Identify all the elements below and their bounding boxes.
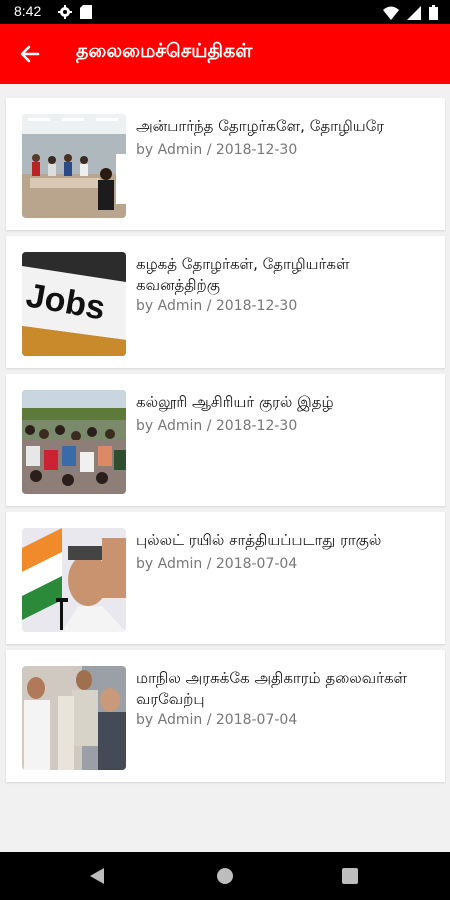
article-meta: by Admin / 2018-12-30 <box>136 418 298 434</box>
article-card[interactable]: புல்லட் ரயில் சாத்தியப்படாது ராகுல் by A… <box>6 512 445 644</box>
nav-back-icon[interactable] <box>88 867 106 885</box>
meeting-room-photo <box>22 114 126 218</box>
article-date: 2018-12-30 <box>215 418 298 434</box>
battery-icon <box>429 5 438 20</box>
article-title[interactable]: மாநில அரசுக்கே அதிகாரம் தலைவர்கள் வரவேற்… <box>136 668 426 710</box>
article-card[interactable]: அன்பார்ந்த தோழர்களே, தோழியரே by Admin / … <box>6 98 445 230</box>
article-card[interactable]: Jobs கழகத் தோழர்கள், தோழியர்கள் கவனத்திற… <box>6 236 445 368</box>
back-button[interactable] <box>16 40 44 68</box>
article-date: 2018-12-30 <box>215 298 298 314</box>
status-bar: 8:42 <box>0 0 450 24</box>
signal-icon <box>407 5 421 20</box>
nav-home-icon[interactable] <box>216 867 234 885</box>
wifi-icon <box>383 6 399 20</box>
page-title: தலைமைச்செய்திகள் <box>76 40 253 62</box>
status-time: 8:42 <box>14 3 42 19</box>
article-author: by Admin <box>136 298 203 314</box>
article-title[interactable]: கல்லூரி ஆசிரியர் குரல் இதழ் <box>136 392 426 413</box>
article-date: 2018-07-04 <box>215 712 298 728</box>
article-title[interactable]: அன்பார்ந்த தோழர்களே, தோழியரே <box>136 116 426 137</box>
navigation-bar <box>0 852 450 900</box>
article-title[interactable]: புல்லட் ரயில் சாத்தியப்படாது ராகுல் <box>136 530 426 551</box>
article-author: by Admin <box>136 418 203 434</box>
article-meta: by Admin / 2018-12-30 <box>136 142 298 158</box>
article-date: 2018-07-04 <box>215 556 298 572</box>
article-thumbnail <box>22 390 126 494</box>
back-arrow-icon <box>20 45 40 63</box>
article-card[interactable]: கல்லூரி ஆசிரியர் குரல் இதழ் by Admin / 2… <box>6 374 445 506</box>
article-author: by Admin <box>136 142 203 158</box>
jobs-sign-photo: Jobs <box>22 252 126 356</box>
article-thumbnail: Jobs <box>22 252 126 356</box>
article-meta: by Admin / 2018-07-04 <box>136 556 298 572</box>
article-thumbnail <box>22 114 126 218</box>
leaders-photo <box>22 666 126 770</box>
article-meta: by Admin / 2018-12-30 <box>136 298 298 314</box>
article-thumbnail <box>22 666 126 770</box>
crowd-protest-photo <box>22 390 126 494</box>
article-meta: by Admin / 2018-07-04 <box>136 712 298 728</box>
article-title[interactable]: கழகத் தோழர்கள், தோழியர்கள் கவனத்திற்கு <box>136 254 426 296</box>
nav-recents-icon[interactable] <box>342 868 358 884</box>
article-author: by Admin <box>136 712 203 728</box>
article-author: by Admin <box>136 556 203 572</box>
sd-card-icon <box>80 5 92 19</box>
app-bar: தலைமைச்செய்திகள் <box>0 24 450 84</box>
article-date: 2018-12-30 <box>215 142 298 158</box>
settings-icon <box>58 5 72 19</box>
article-thumbnail <box>22 528 126 632</box>
rahul-speech-photo <box>22 528 126 632</box>
article-card[interactable]: மாநில அரசுக்கே அதிகாரம் தலைவர்கள் வரவேற்… <box>6 650 445 782</box>
